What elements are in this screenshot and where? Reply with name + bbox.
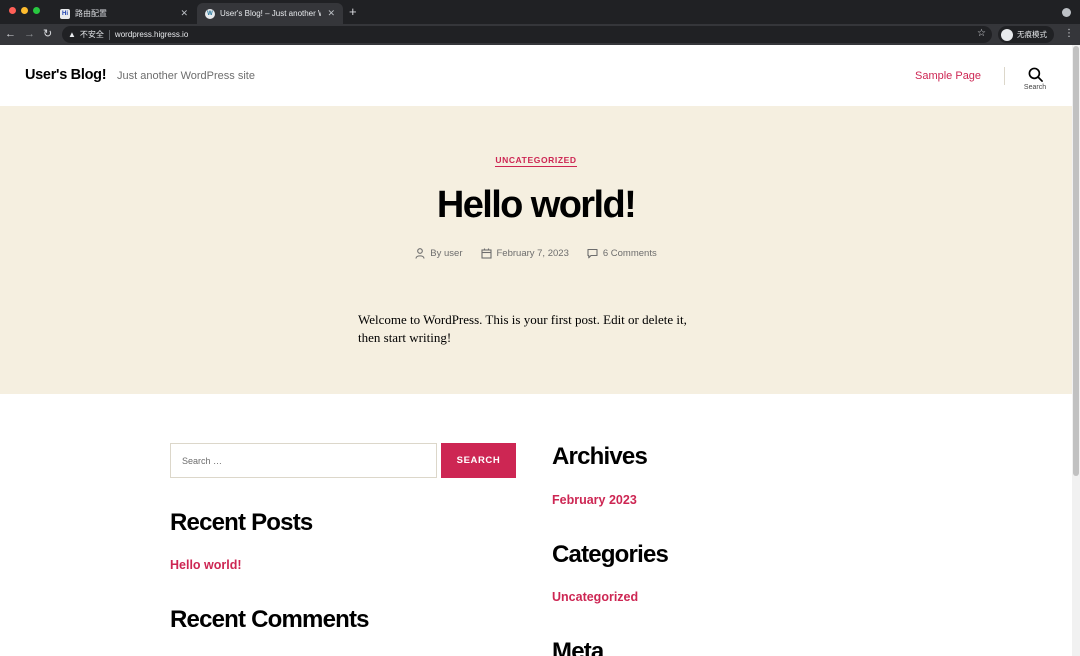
search-icon	[1028, 67, 1043, 82]
author-link[interactable]: By user	[430, 248, 462, 259]
forward-arrow-icon[interactable]: →	[24, 27, 35, 41]
wordpress-favicon-icon: W	[205, 8, 215, 19]
tab-close-icon[interactable]: ✕	[180, 8, 188, 19]
comments-link[interactable]: 6 Comments	[603, 248, 657, 259]
archives-title: Archives	[552, 443, 648, 470]
search-toggle-button[interactable]: Search	[1020, 67, 1050, 97]
site-description: Just another WordPress site	[117, 70, 255, 82]
post-content: Welcome to WordPress. This is your first…	[358, 312, 687, 345]
archive-link[interactable]: February 2023	[552, 493, 637, 507]
site-title[interactable]: User's Blog!	[25, 67, 107, 83]
post-date: February 7, 2023	[480, 248, 569, 259]
bookmark-star-icon[interactable]: ☆	[977, 28, 986, 39]
incognito-icon	[1001, 28, 1013, 41]
warning-icon: ▲	[68, 30, 76, 39]
recent-comments-title: Recent Comments	[170, 606, 370, 633]
widget-search-button[interactable]: SEARCH	[441, 443, 516, 478]
comment-icon	[587, 248, 598, 259]
new-tab-button[interactable]: +	[349, 5, 357, 19]
window-maximize-button[interactable]	[33, 7, 40, 14]
address-bar[interactable]: ▲ 不安全 wordpress.higress.io ☆	[62, 26, 992, 43]
footer-widgets: Search … SEARCH Recent Posts Hello world…	[0, 394, 1072, 656]
scrollbar-thumb[interactable]	[1073, 46, 1079, 476]
widget-search-input[interactable]: Search …	[170, 443, 437, 478]
tab-title: User's Blog! – Just another W	[220, 9, 322, 18]
post-author: By user	[415, 248, 463, 259]
recent-post-link[interactable]: Hello world!	[170, 558, 242, 572]
tab-title: 路由配置	[75, 9, 107, 18]
header-divider	[1004, 67, 1005, 85]
window-minimize-button[interactable]	[21, 7, 28, 14]
category-link[interactable]: UNCATEGORIZED	[495, 155, 577, 167]
browser-tab-bar: Hi 路由配置 ✕ W User's Blog! – Just another …	[0, 0, 1080, 24]
incognito-indicator[interactable]: 无痕模式	[998, 26, 1054, 43]
categories-title: Categories	[552, 541, 669, 568]
incognito-label: 无痕模式	[1017, 30, 1047, 39]
tab-search-icon[interactable]	[1062, 8, 1071, 17]
browser-toolbar: ← → ↻ ▲ 不安全 wordpress.higress.io ☆ 无痕模式 …	[0, 24, 1080, 45]
post-title: Hello world!	[436, 184, 637, 226]
window-close-button[interactable]	[9, 7, 16, 14]
post-category-link: UNCATEGORIZED	[0, 155, 1072, 167]
search-toggle-label: Search	[1023, 84, 1047, 91]
meta-title: Meta	[552, 638, 604, 656]
back-arrow-icon[interactable]: ←	[5, 27, 16, 41]
address-divider	[108, 29, 110, 40]
user-icon	[415, 248, 425, 259]
not-secure-label: 不安全	[79, 30, 104, 39]
browser-tab-blog[interactable]: W User's Blog! – Just another W ✕	[197, 3, 343, 24]
site-header: User's Blog! Just another WordPress site…	[0, 45, 1072, 106]
browser-menu-icon[interactable]: ⋮	[1064, 28, 1074, 39]
post-meta: By user February 7, 2023 6 Comments	[0, 248, 1072, 259]
post-comments: 6 Comments	[587, 248, 657, 259]
post-hero: UNCATEGORIZED Hello world! By user Febru…	[0, 106, 1072, 394]
calendar-icon	[480, 248, 492, 259]
reload-icon[interactable]: ↻	[43, 27, 52, 41]
category-link[interactable]: Uncategorized	[552, 590, 638, 604]
date-link[interactable]: February 7, 2023	[497, 248, 569, 259]
recent-posts-title: Recent Posts	[170, 509, 313, 536]
url-text[interactable]: wordpress.higress.io	[115, 30, 188, 39]
browser-tab-routing[interactable]: Hi 路由配置 ✕	[52, 3, 196, 24]
nav-sample-page-link[interactable]: Sample Page	[915, 70, 981, 82]
higress-favicon-icon: Hi	[60, 8, 70, 19]
tab-close-icon[interactable]: ✕	[327, 8, 335, 19]
